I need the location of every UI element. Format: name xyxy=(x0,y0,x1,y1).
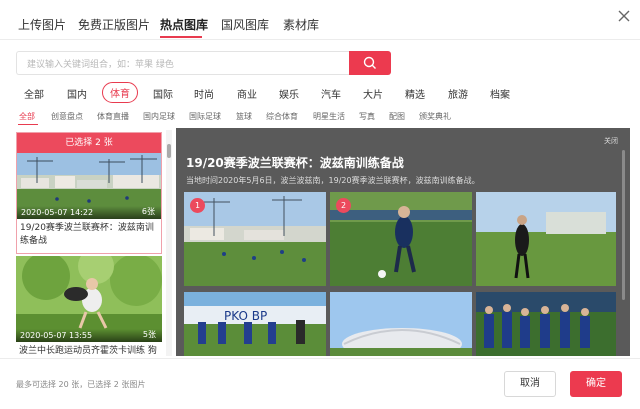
selected-count-banner: 已选择 2 张 xyxy=(17,133,161,153)
subcategory-basketball[interactable]: 篮球 xyxy=(236,111,252,122)
selected-order-badge: 1 xyxy=(190,198,205,213)
album-list-scrollbar[interactable] xyxy=(166,130,172,356)
tab-chinese-style-gallery[interactable]: 国风图库 xyxy=(221,16,269,33)
dialog-footer: 最多可选择 20 张，已选择 2 张图片 取消 确定 xyxy=(0,358,640,409)
detail-description: 当地时间2020年5月6日，波兰波兹南，19/20赛季波兰联赛杯，波兹南训练备战… xyxy=(186,176,480,185)
category-fashion[interactable]: 时尚 xyxy=(194,86,214,101)
photo-tile[interactable]: PKO BP xyxy=(184,292,326,356)
photo-tile[interactable]: 1 xyxy=(184,192,326,286)
subcategory-active-indicator xyxy=(18,124,38,125)
thumbnail-overlay: 2020-05-07 14:22 6张 xyxy=(17,206,161,219)
search-button[interactable] xyxy=(349,51,391,75)
album-detail-panel: 关闭 19/20赛季波兰联赛杯：波兹南训练备战 当地时间2020年5月6日，波兰… xyxy=(176,128,630,356)
svg-text:PKO BP: PKO BP xyxy=(224,309,267,323)
album-photo-count: 5张 xyxy=(142,330,156,339)
image-picker-dialog: 上传图片 免费正版图片 热点图库 国风图库 素材库 全部 国内 体育 国际 时尚… xyxy=(0,0,640,409)
category-auto[interactable]: 汽车 xyxy=(321,86,341,101)
category-business[interactable]: 商业 xyxy=(237,86,257,101)
album-thumbnail: 2020-05-07 14:22 6张 xyxy=(17,153,161,219)
category-featured[interactable]: 精选 xyxy=(405,86,425,101)
tab-hotspot-gallery[interactable]: 热点图库 xyxy=(160,16,208,33)
subcategory-illustrations[interactable]: 配图 xyxy=(389,111,405,122)
cancel-button[interactable]: 取消 xyxy=(504,371,556,397)
subcategory-international-football[interactable]: 国际足球 xyxy=(189,111,221,122)
detail-scrollbar[interactable] xyxy=(622,150,625,300)
category-travel[interactable]: 旅游 xyxy=(448,86,468,101)
subcategory-general-sports[interactable]: 综合体育 xyxy=(266,111,298,122)
album-card[interactable]: 2020-05-07 13:55 5张 波兰中长跑运动员齐霍茨卡训练 狗 xyxy=(16,256,162,356)
subcategory-portrait[interactable]: 写真 xyxy=(359,111,375,122)
tab-free-licensed-images[interactable]: 免费正版图片 xyxy=(78,16,150,33)
category-all[interactable]: 全部 xyxy=(24,86,44,101)
subcategory-sports-live[interactable]: 体育直播 xyxy=(97,111,129,122)
category-international[interactable]: 国际 xyxy=(153,86,173,101)
tab-upload-images[interactable]: 上传图片 xyxy=(18,16,66,33)
category-sports[interactable]: 体育 xyxy=(102,82,138,103)
album-date: 2020-05-07 14:22 xyxy=(21,208,94,217)
photo-tile[interactable] xyxy=(476,192,616,286)
subcategory-domestic-football[interactable]: 国内足球 xyxy=(143,111,175,122)
search-icon xyxy=(363,56,376,69)
subcategory-award-ceremony[interactable]: 颁奖典礼 xyxy=(419,111,451,122)
subcategory-all[interactable]: 全部 xyxy=(19,111,35,122)
selected-order-badge: 2 xyxy=(336,198,351,213)
active-tab-indicator xyxy=(160,36,202,38)
top-tab-bar: 上传图片 免费正版图片 热点图库 国风图库 素材库 xyxy=(0,0,640,40)
confirm-button[interactable]: 确定 xyxy=(570,371,622,397)
detail-close-button[interactable]: 关闭 xyxy=(604,136,618,146)
album-thumbnail: 2020-05-07 13:55 5张 xyxy=(16,256,162,342)
album-card[interactable]: 已选择 2 张 2020-05-07 14:22 6张 19/20赛季波兰联赛杯… xyxy=(16,132,162,254)
category-entertainment[interactable]: 娱乐 xyxy=(279,86,299,101)
category-domestic[interactable]: 国内 xyxy=(67,86,87,101)
close-icon[interactable] xyxy=(616,8,632,24)
subcategory-star-life[interactable]: 明星生活 xyxy=(313,111,345,122)
thumbnail-overlay: 2020-05-07 13:55 5张 xyxy=(16,329,162,342)
detail-title: 19/20赛季波兰联赛杯：波兹南训练备战 xyxy=(186,156,404,170)
photo-tile[interactable] xyxy=(330,292,472,356)
subcategory-creative-review[interactable]: 创意盘点 xyxy=(51,111,83,122)
category-archive[interactable]: 档案 xyxy=(490,86,510,101)
photo-tile[interactable] xyxy=(476,292,616,356)
album-date: 2020-05-07 13:55 xyxy=(20,331,93,340)
album-photo-count: 6张 xyxy=(141,207,155,216)
selection-limit-note: 最多可选择 20 张，已选择 2 张图片 xyxy=(16,380,146,389)
tab-material-library[interactable]: 素材库 xyxy=(283,16,319,33)
photo-tile[interactable]: 2 xyxy=(330,192,472,286)
search-box xyxy=(16,51,350,76)
search-input[interactable] xyxy=(17,54,350,76)
album-list-scroll-thumb[interactable] xyxy=(167,144,171,158)
category-blockbuster[interactable]: 大片 xyxy=(363,86,383,101)
album-title: 波兰中长跑运动员齐霍茨卡训练 狗 xyxy=(19,346,157,356)
album-title: 19/20赛季波兰联赛杯：波兹南训练备战 xyxy=(20,223,154,246)
album-list: 已选择 2 张 2020-05-07 14:22 6张 19/20赛季波兰联赛杯… xyxy=(16,130,174,356)
